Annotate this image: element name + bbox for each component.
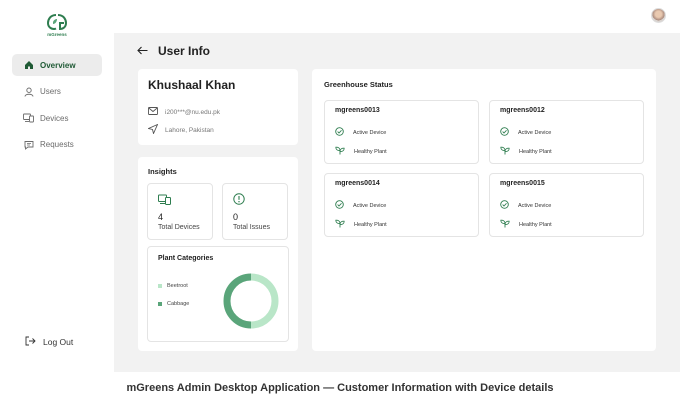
legend-item-cabbage: Cabbage <box>158 301 189 307</box>
plant-health-row: Healthy Plant <box>500 219 552 230</box>
plant-health-row: Healthy Plant <box>335 219 387 230</box>
device-card[interactable]: mgreens0015 Active Device Healthy Plant <box>489 173 644 237</box>
total-issues-value: 0 <box>233 212 239 222</box>
total-devices-label: Total Devices <box>158 224 200 231</box>
user-location-row: Lahore, Pakistan <box>147 123 214 136</box>
device-name: mgreens0012 <box>500 107 545 114</box>
user-name: Khushaal Khan <box>148 78 236 92</box>
plant-health-row: Healthy Plant <box>335 146 387 157</box>
legend-swatch <box>158 302 162 306</box>
device-status-row: Active Device <box>335 127 386 138</box>
requests-icon <box>23 139 34 150</box>
sidebar-item-users[interactable]: Users <box>12 81 102 103</box>
plant-health: Healthy Plant <box>519 148 552 155</box>
user-avatar[interactable] <box>651 8 666 23</box>
insights-card: Insights 4 Total Devices 0 Total Issues … <box>138 157 298 351</box>
user-email-row: i200***@nu.edu.pk <box>148 107 220 117</box>
sidebar-item-devices[interactable]: Devices <box>12 107 102 129</box>
total-devices-value: 4 <box>158 212 164 222</box>
sidebar-nav: Overview Users Devices Requests <box>12 54 102 160</box>
mail-icon <box>148 107 158 117</box>
total-issues-stat: 0 Total Issues <box>222 183 288 240</box>
plant-health-row: Healthy Plant <box>500 146 552 157</box>
device-status: Active Device <box>518 202 552 209</box>
devices-icon <box>158 192 171 210</box>
donut-slice-beetroot <box>250 273 279 329</box>
sidebar: mGreens Overview Users Devices Requests … <box>0 0 114 372</box>
device-status-row: Active Device <box>500 127 551 138</box>
sprout-icon <box>335 219 345 230</box>
sidebar-item-label: Requests <box>40 140 74 149</box>
total-issues-label: Total Issues <box>233 224 270 231</box>
check-circle-icon <box>335 200 344 211</box>
back-arrow-icon[interactable] <box>137 42 148 60</box>
device-card[interactable]: mgreens0013 Active Device Healthy Plant <box>324 100 479 164</box>
device-status: Active Device <box>518 129 552 136</box>
legend-label: Beetroot <box>167 283 188 289</box>
device-name: mgreens0013 <box>335 107 380 114</box>
sprout-icon <box>335 146 345 157</box>
user-email: i200***@nu.edu.pk <box>165 108 221 116</box>
figure-caption: mGreens Admin Desktop Application — Cust… <box>126 382 554 394</box>
location-arrow-icon <box>147 123 159 136</box>
app-window: mGreens Overview Users Devices Requests … <box>0 0 680 372</box>
sidebar-item-requests[interactable]: Requests <box>12 134 102 156</box>
check-circle-icon <box>500 127 509 138</box>
legend-swatch <box>158 284 162 288</box>
user-location: Lahore, Pakistan <box>165 126 214 134</box>
plant-categories-panel: Plant Categories Beetroot Cabbage <box>147 246 289 342</box>
device-name: mgreens0015 <box>500 180 545 187</box>
alert-circle-icon <box>233 192 245 210</box>
sprout-icon <box>500 146 510 157</box>
legend-label: Cabbage <box>167 301 190 307</box>
insights-title: Insights <box>148 167 177 176</box>
mgreens-logo-icon <box>46 14 68 31</box>
logo-text: mGreens <box>47 32 67 37</box>
greenhouse-status-card: Greenhouse Status mgreens0013 Active Dev… <box>312 69 656 351</box>
logout-label: Log Out <box>43 337 74 347</box>
device-status-row: Active Device <box>500 200 551 211</box>
plant-categories-title: Plant Categories <box>158 255 214 262</box>
logout-button[interactable]: Log Out <box>25 336 73 348</box>
sidebar-item-label: Devices <box>40 113 69 123</box>
devices-icon <box>23 113 34 124</box>
device-status-row: Active Device <box>335 200 386 211</box>
plant-health: Healthy Plant <box>519 221 552 228</box>
device-card[interactable]: mgreens0012 Active Device Healthy Plant <box>489 100 644 164</box>
sprout-icon <box>500 219 510 230</box>
check-circle-icon <box>335 127 344 138</box>
check-circle-icon <box>500 200 509 211</box>
device-card[interactable]: mgreens0014 Active Device Healthy Plant <box>324 173 479 237</box>
greenhouse-status-title: Greenhouse Status <box>324 80 393 89</box>
total-devices-stat: 4 Total Devices <box>147 183 213 240</box>
app-logo: mGreens <box>42 13 72 37</box>
user-info-card: Khushaal Khan i200***@nu.edu.pk Lahore, … <box>138 69 298 145</box>
plant-categories-donut <box>223 273 279 329</box>
donut-slice-cabbage <box>223 273 252 329</box>
logout-icon <box>25 336 36 348</box>
page-title: User Info <box>158 44 211 58</box>
home-icon <box>23 60 34 71</box>
sidebar-item-label: Users <box>40 87 61 96</box>
device-status: Active Device <box>353 202 387 209</box>
plant-health: Healthy Plant <box>354 221 387 228</box>
sidebar-item-label: Overview <box>40 60 76 70</box>
top-bar <box>114 0 680 33</box>
device-name: mgreens0014 <box>335 180 380 187</box>
user-icon <box>23 86 34 97</box>
plant-health: Healthy Plant <box>354 148 387 155</box>
page-header: User Info <box>137 42 210 60</box>
legend-item-beetroot: Beetroot <box>158 283 188 289</box>
sidebar-item-overview[interactable]: Overview <box>12 54 102 76</box>
device-status: Active Device <box>353 129 387 136</box>
